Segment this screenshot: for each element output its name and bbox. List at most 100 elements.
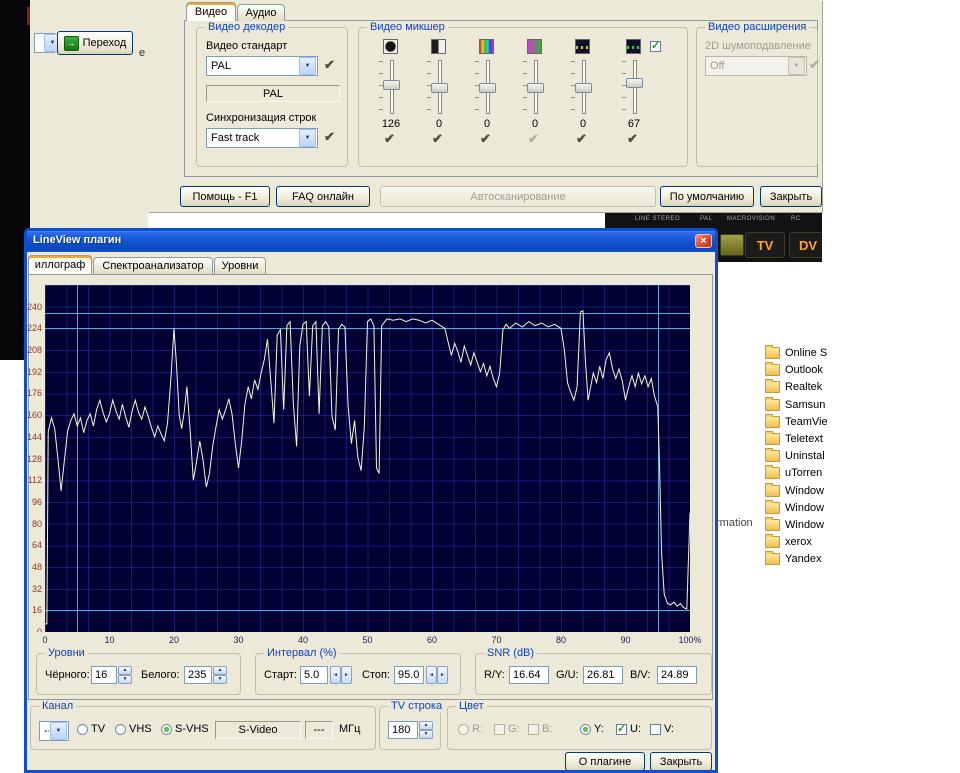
checkbox-u[interactable] <box>616 724 627 735</box>
video-decoder-title: Видео декодер <box>205 21 288 34</box>
close-plugin-button[interactable]: Закрыть <box>650 752 712 771</box>
black-level-spinner[interactable] <box>118 666 132 684</box>
video-standard-value: PAL <box>207 60 298 72</box>
radio-svhs[interactable] <box>161 724 172 735</box>
snr-ry-label: R/Y: <box>484 669 505 682</box>
radio-r-label: R: <box>472 723 483 736</box>
folder-item[interactable]: Window <box>765 483 824 499</box>
line-sync-combo[interactable]: Fast track <box>206 128 318 148</box>
folder-item[interactable]: TeamVie <box>765 414 828 430</box>
slider-thumb[interactable] <box>527 83 544 93</box>
tab-spectrum-analyzer[interactable]: Спектроанализатор <box>93 257 213 274</box>
spin-down-icon[interactable] <box>118 675 132 684</box>
spin-left-icon[interactable] <box>426 666 437 684</box>
snr-group: SNR (dB) R/Y: 16.64 G/U: 26.81 B/V: 24.8… <box>475 653 712 695</box>
chevron-down-icon[interactable] <box>299 57 316 75</box>
defaults-button[interactable]: По умолчанию <box>660 186 754 207</box>
slider-thumb[interactable] <box>479 83 496 93</box>
start-spinner[interactable] <box>330 666 352 684</box>
go-button[interactable]: Переход <box>57 31 133 55</box>
tab-oscillograph[interactable]: иллограф <box>28 255 92 274</box>
levels-title: Уровни <box>45 647 88 660</box>
mixer-enable-checkbox[interactable] <box>650 41 661 52</box>
slider-thumb[interactable] <box>383 80 400 90</box>
close-icon[interactable] <box>695 234 712 248</box>
spin-right-icon[interactable] <box>437 666 448 684</box>
spin-down-icon[interactable] <box>419 730 433 739</box>
dv-mode-button[interactable]: DV <box>789 232 822 258</box>
mixer-apply-check-icon[interactable] <box>576 132 587 145</box>
folder-item[interactable]: xerox <box>765 534 812 550</box>
y-axis-tick-label: 208 <box>27 345 42 355</box>
channel-combo[interactable]: -- <box>39 721 69 741</box>
tv-mode-label: TV <box>757 238 774 253</box>
levels-group: Уровни Чёрного: 16 Белого: 235 <box>36 653 241 695</box>
chevron-down-icon[interactable] <box>50 722 67 740</box>
folder-item[interactable]: Window <box>765 500 824 516</box>
about-plugin-button[interactable]: О плагине <box>565 752 645 771</box>
video-standard-combo[interactable]: PAL <box>206 56 318 76</box>
spin-up-icon[interactable] <box>213 666 227 675</box>
white-level-spinner[interactable] <box>213 666 227 684</box>
mixer-apply-check-icon[interactable] <box>432 132 443 145</box>
spin-up-icon[interactable] <box>419 721 433 730</box>
mixer-apply-check-icon[interactable] <box>627 132 638 145</box>
tv-line-spinner[interactable] <box>419 721 433 739</box>
remote-status-label: RC <box>791 216 801 222</box>
apply-check-icon[interactable] <box>324 130 335 143</box>
faq-button-label: FAQ онлайн <box>292 191 354 203</box>
folder-item[interactable]: Realtek <box>765 379 822 395</box>
y-axis: 0163248648096112128144160176192208224240 <box>27 285 43 632</box>
start-field[interactable]: 5.0 <box>300 666 328 684</box>
remote-status-label: PAL <box>700 216 712 222</box>
remote-button[interactable] <box>720 234 744 256</box>
folder-item[interactable]: Samsun <box>765 397 825 413</box>
close-dialog-button[interactable]: Закрыть <box>760 186 822 207</box>
mixer-apply-check-icon[interactable] <box>480 132 491 145</box>
help-button[interactable]: Помощь - F1 <box>180 186 270 207</box>
radio-y[interactable] <box>580 724 591 735</box>
toolbar-combo[interactable] <box>34 33 55 53</box>
folder-item[interactable]: Outlook <box>765 362 823 378</box>
folder-item[interactable]: Teletext <box>765 431 823 447</box>
y-axis-tick-label: 16 <box>32 605 42 615</box>
folder-item[interactable]: Window <box>765 517 824 533</box>
folder-item[interactable]: Uninstal <box>765 448 825 464</box>
faq-button[interactable]: FAQ онлайн <box>276 186 370 207</box>
apply-check-icon[interactable] <box>324 58 335 71</box>
mixer-apply-check-icon[interactable] <box>384 132 395 145</box>
slider-thumb[interactable] <box>575 83 592 93</box>
tab-levels[interactable]: Уровни <box>214 257 266 274</box>
tv-mode-button[interactable]: TV <box>745 232 785 258</box>
tv-line-field[interactable]: 180 <box>388 721 418 739</box>
mixer-apply-check-icon[interactable] <box>528 132 539 145</box>
spin-up-icon[interactable] <box>118 666 132 675</box>
tab-audio[interactable]: Аудио <box>237 4 285 21</box>
black-level-field[interactable]: 16 <box>91 666 117 684</box>
radio-tv[interactable] <box>77 724 88 735</box>
folder-item[interactable]: Yandex <box>765 551 822 567</box>
folder-item[interactable]: uTorren <box>765 465 822 481</box>
video-decoder-group: Видео декодер Видео стандарт PAL PAL Син… <box>196 27 348 167</box>
remote-status-label: MACROVISION <box>727 216 775 222</box>
apply-check-icon <box>809 58 820 71</box>
spin-left-icon[interactable] <box>330 666 341 684</box>
white-level-field[interactable]: 235 <box>184 666 212 684</box>
spin-down-icon[interactable] <box>213 675 227 684</box>
line-sync-label: Синхронизация строк <box>206 112 316 125</box>
slider-thumb[interactable] <box>626 78 643 88</box>
x-axis-tick-label: 10 <box>104 635 114 645</box>
line-sync-value: Fast track <box>207 132 298 144</box>
chevron-down-icon[interactable] <box>299 129 316 147</box>
checkbox-v[interactable] <box>650 724 661 735</box>
stop-field[interactable]: 95.0 <box>394 666 424 684</box>
folder-item[interactable]: Online S <box>765 345 827 361</box>
tab-video[interactable]: Видео <box>186 2 236 21</box>
spin-right-icon[interactable] <box>341 666 352 684</box>
oscillograph-plot <box>45 285 690 632</box>
radio-vhs[interactable] <box>115 724 126 735</box>
stop-spinner[interactable] <box>426 666 448 684</box>
slider-thumb[interactable] <box>431 83 448 93</box>
lineview-titlebar[interactable]: LineView плагин <box>27 231 715 252</box>
desktop: Переход e Видео Аудио Видео декодер Виде… <box>0 0 960 773</box>
